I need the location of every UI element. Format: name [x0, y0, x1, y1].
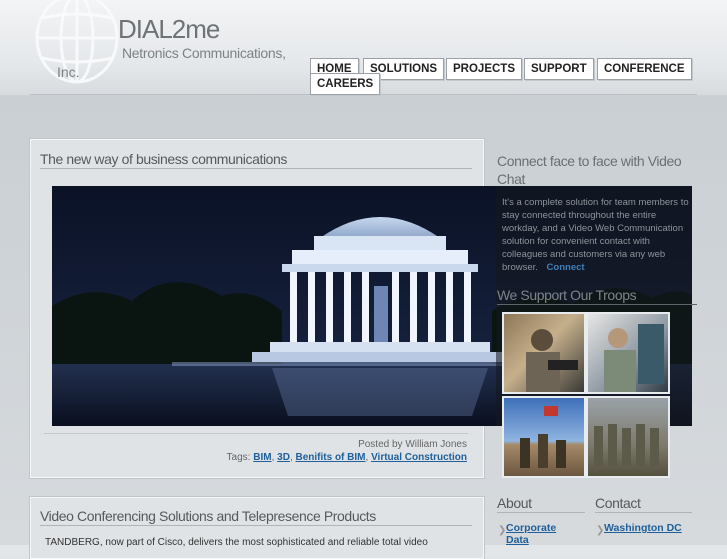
- brand-title[interactable]: DIAL2me: [118, 14, 220, 45]
- tags-label: Tags:: [226, 452, 251, 463]
- tag-link[interactable]: Virtual Construction: [371, 452, 467, 463]
- main-post-title[interactable]: The new way of business communications: [40, 151, 287, 167]
- nav-conference[interactable]: CONFERENCE: [597, 58, 692, 80]
- meta-divider: [44, 433, 468, 434]
- troop-photo[interactable]: [502, 312, 586, 394]
- second-post-text: TANDBERG, now part of Cisco, delivers th…: [45, 537, 428, 548]
- post-tags: Tags: BIM, 3D, Benifits of BIM, Virtual …: [226, 452, 467, 463]
- troop-photo[interactable]: [502, 396, 586, 478]
- brand-subtitle: Netronics Communications,: [122, 45, 286, 61]
- troops-title: We Support Our Troops: [497, 287, 637, 303]
- about-divider: [497, 512, 585, 513]
- title-divider: [40, 168, 472, 169]
- tag-link[interactable]: 3D: [277, 452, 290, 463]
- troop-photo[interactable]: [586, 396, 670, 478]
- contact-divider: [595, 512, 692, 513]
- second-post-panel: [30, 497, 484, 559]
- connect-link[interactable]: Connect: [547, 262, 585, 273]
- contact-title: Contact: [595, 495, 641, 511]
- brand-subtitle-cont: Inc.: [57, 64, 80, 80]
- second-post-title[interactable]: Video Conferencing Solutions and Telepre…: [40, 508, 376, 524]
- tag-link[interactable]: Benifits of BIM: [296, 452, 366, 463]
- about-link-corporate-data[interactable]: Corporate Data: [506, 522, 576, 546]
- video-chat-text: It's a complete solution for team member…: [502, 196, 692, 274]
- video-chat-description: It's a complete solution for team member…: [502, 197, 689, 273]
- troops-divider: [497, 304, 697, 305]
- post-author: Posted by William Jones: [358, 439, 467, 450]
- title-divider: [40, 525, 472, 526]
- contact-link-washington[interactable]: Washington DC: [604, 522, 682, 534]
- nav-projects[interactable]: PROJECTS: [446, 58, 522, 80]
- tag-link[interactable]: BIM: [253, 452, 271, 463]
- nav-support[interactable]: SUPPORT: [524, 58, 594, 80]
- about-title: About: [497, 495, 532, 511]
- troop-photo[interactable]: [586, 312, 670, 394]
- nav-careers[interactable]: CAREERS: [310, 73, 381, 95]
- video-chat-title: Connect face to face with Video Chat: [497, 153, 682, 187]
